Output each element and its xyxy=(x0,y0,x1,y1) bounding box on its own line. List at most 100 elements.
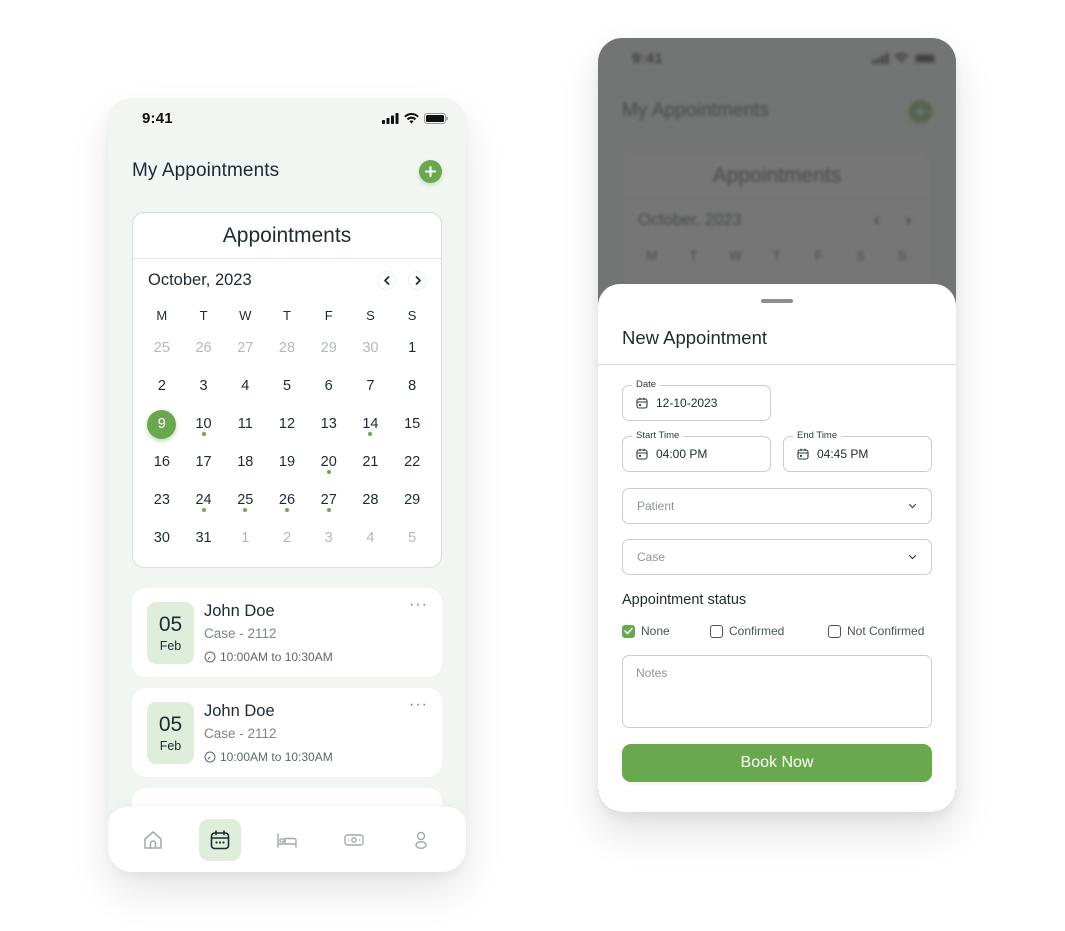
calendar-day-number: 2 xyxy=(157,378,166,394)
sheet-drag-handle[interactable] xyxy=(761,299,793,303)
calendar-day[interactable]: 26 xyxy=(266,481,308,519)
calendar-day[interactable]: 16 xyxy=(141,443,183,481)
appointment-card[interactable]: 05 Feb John Doe Case - 2112 10:00AM to 10:30… xyxy=(132,688,442,777)
calendar-day[interactable]: 29 xyxy=(308,329,350,367)
home-icon xyxy=(144,830,163,849)
calendar-day[interactable]: 18 xyxy=(224,443,266,481)
calendar-day[interactable]: 26 xyxy=(183,329,225,367)
nav-bed[interactable] xyxy=(266,819,308,861)
calendar-day[interactable]: 1 xyxy=(391,329,433,367)
chevron-down-icon xyxy=(908,489,917,523)
calendar-day-number: 31 xyxy=(195,530,212,546)
chevron-left-icon xyxy=(383,275,389,285)
calendar-day[interactable]: 23 xyxy=(141,481,183,519)
calendar-day[interactable]: 12 xyxy=(266,405,308,443)
appointment-day: 05 xyxy=(158,713,183,736)
notes-textarea[interactable]: Notes xyxy=(622,655,932,728)
nav-profile[interactable] xyxy=(400,819,442,861)
case-select[interactable]: Case xyxy=(622,539,932,575)
calendar-day-number: 1 xyxy=(241,530,250,546)
calendar-day[interactable]: 17 xyxy=(183,443,225,481)
calendar-day[interactable]: 15 xyxy=(391,405,433,443)
calendar-card: Appointments October, 2023 MTWTFSS 25 26 2… xyxy=(132,212,442,568)
calendar-day[interactable]: 25 xyxy=(141,329,183,367)
calendar-day-number: 4 xyxy=(241,378,250,394)
more-options-icon[interactable]: ··· xyxy=(409,696,428,714)
calendar-day[interactable]: 11 xyxy=(224,405,266,443)
weekday-label: T xyxy=(283,307,291,323)
calendar-day[interactable]: 10 xyxy=(183,405,225,443)
calendar-day[interactable]: 31 xyxy=(183,519,225,557)
calendar-day[interactable]: 25 xyxy=(224,481,266,519)
calendar-day-number: 11 xyxy=(237,416,253,432)
calendar-day[interactable]: 3 xyxy=(183,367,225,405)
calendar-day[interactable]: 22 xyxy=(391,443,433,481)
start-time-field[interactable]: Start Time 04:00 PM xyxy=(622,430,771,472)
calendar-day[interactable]: 14 xyxy=(350,405,392,443)
checkbox[interactable] xyxy=(828,624,841,638)
next-month-button[interactable] xyxy=(408,270,427,290)
calendar-day-number: 5 xyxy=(408,530,417,546)
end-time-field[interactable]: End Time 04:45 PM xyxy=(783,430,932,472)
status-option-not-confirmed[interactable]: Not Confirmed xyxy=(828,624,924,638)
calendar-day[interactable]: 7 xyxy=(350,367,392,405)
calendar-day[interactable]: 24 xyxy=(183,481,225,519)
calendar-day[interactable]: 27 xyxy=(308,481,350,519)
calendar-month-label: October, 2023 xyxy=(148,270,252,289)
calendar-day[interactable]: 30 xyxy=(350,329,392,367)
calendar-day[interactable]: 28 xyxy=(350,481,392,519)
calendar-day[interactable]: 5 xyxy=(266,367,308,405)
weekday-label: S xyxy=(366,307,375,323)
appointment-card[interactable]: 05 Feb John Doe Case - 2112 10:00AM to 10:30… xyxy=(132,588,442,677)
checkbox[interactable] xyxy=(710,624,723,638)
patient-select[interactable]: Patient xyxy=(622,488,932,524)
book-now-button[interactable]: Book Now xyxy=(622,744,932,782)
calendar-day-number: 23 xyxy=(153,492,170,508)
patient-placeholder: Patient xyxy=(637,499,675,513)
calendar-day-number: 15 xyxy=(404,416,421,432)
calendar-day[interactable]: 29 xyxy=(391,481,433,519)
calendar-day-selected[interactable]: 9 xyxy=(141,405,183,443)
prev-month-button[interactable] xyxy=(377,270,396,290)
nav-home[interactable] xyxy=(132,819,174,861)
status-option-label: None xyxy=(641,624,670,638)
calendar-day[interactable]: 13 xyxy=(308,405,350,443)
date-field[interactable]: Date 12-10-2023 xyxy=(622,379,771,421)
calendar-day[interactable]: 4 xyxy=(350,519,392,557)
calendar-small-icon xyxy=(636,397,648,409)
appointment-month: Feb xyxy=(159,639,182,653)
calendar-day[interactable]: 21 xyxy=(350,443,392,481)
calendar-day[interactable]: 30 xyxy=(141,519,183,557)
add-appointment-button[interactable] xyxy=(419,159,442,183)
calendar-day[interactable]: 27 xyxy=(224,329,266,367)
calendar-nav xyxy=(377,270,427,290)
calendar-day[interactable]: 3 xyxy=(308,519,350,557)
calendar-day-number: 4 xyxy=(366,530,375,546)
calendar-day[interactable]: 2 xyxy=(266,519,308,557)
more-options-icon[interactable]: ··· xyxy=(409,596,428,614)
clock-icon xyxy=(204,651,216,663)
checkbox-checked[interactable] xyxy=(622,624,635,638)
calendar-day[interactable]: 1 xyxy=(224,519,266,557)
calendar-small-icon xyxy=(797,448,809,460)
status-bar: 9:41 xyxy=(108,98,466,142)
nav-calendar[interactable] xyxy=(199,818,242,861)
weekday-label: T xyxy=(199,307,208,323)
calendar-day-number: 10 xyxy=(195,416,212,432)
calendar-day[interactable]: 4 xyxy=(224,367,266,405)
calendar-day[interactable]: 28 xyxy=(266,329,308,367)
appointment-status-label: Appointment status xyxy=(622,592,747,608)
calendar-day-number: 21 xyxy=(362,454,379,470)
status-option-label: Confirmed xyxy=(729,624,785,638)
calendar-day[interactable]: 6 xyxy=(308,367,350,405)
calendar-day[interactable]: 5 xyxy=(391,519,433,557)
calendar-day-number: 30 xyxy=(153,530,170,546)
calendar-day[interactable]: 2 xyxy=(141,367,183,405)
status-option-confirmed[interactable]: Confirmed xyxy=(710,624,784,638)
nav-money[interactable] xyxy=(333,819,375,861)
status-option-none[interactable]: None xyxy=(622,624,670,638)
calendar-day[interactable]: 20 xyxy=(308,443,350,481)
calendar-day[interactable]: 8 xyxy=(391,367,433,405)
calendar-day[interactable]: 19 xyxy=(266,443,308,481)
status-time: 9:41 xyxy=(142,110,173,127)
